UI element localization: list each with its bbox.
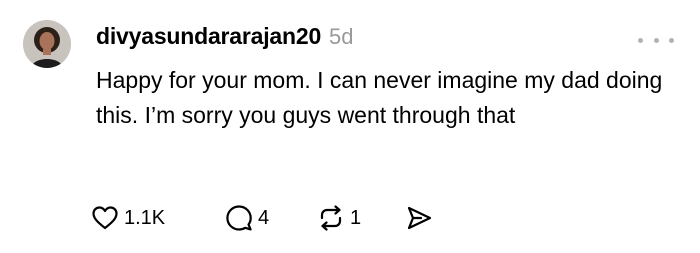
reply-button[interactable]: 4 bbox=[226, 205, 318, 231]
post: divyasundararajan20 5d Happy for your mo… bbox=[0, 0, 700, 253]
send-icon bbox=[407, 206, 432, 230]
post-text: Happy for your mom. I can never imagine … bbox=[96, 67, 663, 128]
avatar-image bbox=[23, 20, 71, 68]
share-button[interactable] bbox=[406, 205, 432, 231]
dot bbox=[653, 37, 659, 43]
timestamp[interactable]: 5d bbox=[329, 24, 353, 50]
like-count: 1.1K bbox=[124, 206, 166, 229]
username[interactable]: divyasundararajan20 bbox=[96, 23, 321, 50]
post-header: divyasundararajan20 5d bbox=[96, 23, 354, 53]
repost-button[interactable]: 1 bbox=[318, 205, 406, 231]
avatar[interactable] bbox=[23, 20, 71, 68]
heart-icon bbox=[92, 206, 118, 230]
more-options-icon[interactable] bbox=[638, 35, 674, 45]
dot bbox=[638, 37, 643, 43]
dot bbox=[669, 37, 674, 43]
reply-count: 4 bbox=[258, 206, 270, 229]
like-button[interactable]: 1.1K bbox=[92, 206, 226, 230]
comment-bubble-icon bbox=[226, 205, 252, 231]
action-bar: 1.1K 4 1 bbox=[92, 201, 432, 235]
repost-icon bbox=[320, 205, 342, 231]
repost-count: 1 bbox=[350, 206, 362, 229]
